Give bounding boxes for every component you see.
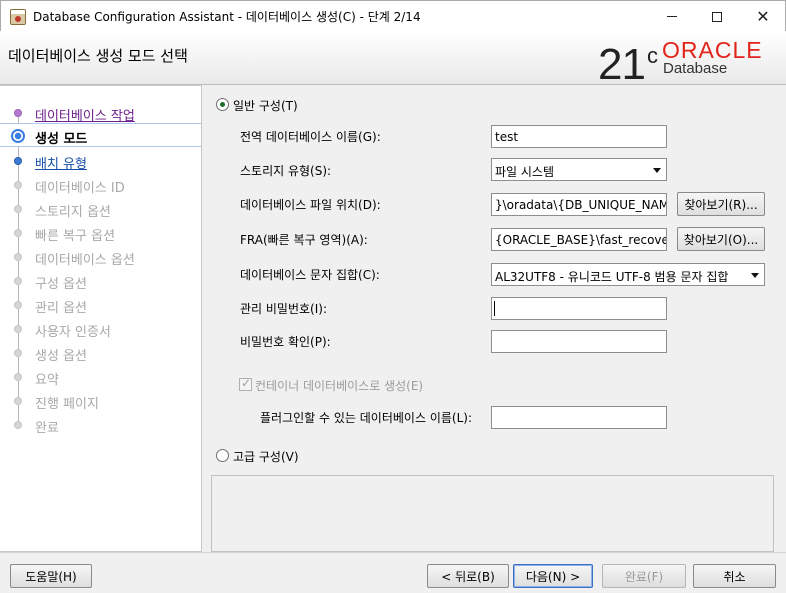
typical-config-radio[interactable]: [216, 98, 229, 111]
typical-config-label[interactable]: 일반 구성(T): [233, 97, 298, 114]
help-button[interactable]: 도움말(H): [10, 564, 92, 588]
storage-type-value: 파일 시스템: [495, 165, 555, 179]
confirm-password-input[interactable]: [491, 330, 667, 353]
nav-step-11: 생성 옵션: [0, 341, 201, 365]
nav-step-label: 관리 옵션: [35, 301, 87, 316]
page-header: 데이터베이스 생성 모드 선택 21c ORACLE Database: [0, 31, 786, 89]
description-panel: [211, 475, 774, 552]
close-button[interactable]: ✕: [740, 1, 786, 32]
page-title: 데이터베이스 생성 모드 선택: [8, 47, 188, 65]
nav-step-label: 스토리지 옵션: [35, 205, 111, 220]
confirm-password-label: 비밀번호 확인(P):: [240, 335, 331, 349]
nav-step-10: 사용자 인증서: [0, 317, 201, 341]
nav-step-label: 요약: [35, 373, 59, 388]
cancel-button[interactable]: 취소: [693, 564, 776, 588]
nav-step-label: 빠른 복구 옵션: [35, 229, 116, 244]
nav-step-9: 관리 옵션: [0, 293, 201, 317]
title-bar: Database Configuration Assistant - 데이터베이…: [0, 0, 786, 31]
step-indicator-icon: [14, 349, 22, 357]
footer-bar: 도움말(H) < 뒤로(B) 다음(N) > 완료(F) 취소: [0, 552, 786, 593]
nav-step-2: 생성 모드: [0, 123, 201, 147]
step-navigation: 데이터베이스 작업생성 모드배치 유형데이터베이스 ID 스토리지 옵션빠른 복구…: [0, 85, 202, 552]
step-indicator-icon: [14, 397, 22, 405]
step-indicator-icon: [14, 325, 22, 333]
global-db-name-input[interactable]: test: [491, 125, 667, 148]
container-db-checkbox[interactable]: [239, 376, 252, 391]
nav-step-label: 생성 옵션: [35, 349, 87, 364]
file-location-label: 데이터베이스 파일 위치(D):: [240, 198, 381, 212]
storage-type-select[interactable]: 파일 시스템: [491, 158, 667, 181]
oracle-product-name: Database: [663, 60, 728, 77]
nav-step-label: 데이터베이스 ID: [35, 181, 125, 196]
step-indicator-icon: [14, 205, 22, 213]
next-button[interactable]: 다음(N) >: [513, 564, 593, 588]
charset-label: 데이터베이스 문자 집합(C):: [240, 268, 380, 282]
text-cursor: [494, 301, 495, 316]
fra-input[interactable]: {ORACLE_BASE}\fast_recovery_: [491, 228, 667, 251]
pdb-name-label: 플러그인할 수 있는 데이터베이스 이름(L):: [260, 411, 472, 425]
nav-step-label: 구성 옵션: [35, 277, 87, 292]
nav-step-14: 완료: [0, 413, 201, 437]
main-content: 일반 구성(T) 전역 데이터베이스 이름(G): test 스토리지 유형(S…: [202, 85, 786, 552]
finish-button[interactable]: 완료(F): [602, 564, 686, 588]
fra-label: FRA(빠른 복구 영역)(A):: [240, 233, 368, 247]
app-icon: [10, 9, 26, 25]
nav-step-label: 완료: [35, 421, 59, 436]
global-db-name-label: 전역 데이터베이스 이름(G):: [240, 130, 381, 144]
nav-step-3[interactable]: 배치 유형: [0, 149, 201, 173]
nav-step-label: 사용자 인증서: [35, 325, 111, 340]
pdb-name-input[interactable]: [491, 406, 667, 429]
nav-step-label: 진행 페이지: [35, 397, 99, 412]
charset-value: AL32UTF8 - 유니코드 UTF-8 범용 문자 집합: [495, 270, 729, 284]
advanced-config-radio[interactable]: [216, 449, 229, 462]
nav-step-13: 진행 페이지: [0, 389, 201, 413]
step-indicator-icon: [14, 301, 22, 309]
nav-step-label: 생성 모드: [35, 132, 88, 147]
nav-step-label: 데이터베이스 작업: [35, 109, 135, 124]
step-indicator-icon: [14, 277, 22, 285]
charset-select[interactable]: AL32UTF8 - 유니코드 UTF-8 범용 문자 집합: [491, 263, 765, 286]
chevron-down-icon: [751, 273, 759, 278]
file-location-input[interactable]: }\oradata\{DB_UNIQUE_NAME}: [491, 193, 667, 216]
nav-step-6: 빠른 복구 옵션: [0, 221, 201, 245]
minimize-button[interactable]: [649, 1, 695, 32]
logo-version-suffix: c: [646, 43, 658, 68]
step-indicator-icon: [14, 109, 22, 117]
step-indicator-icon: [14, 181, 22, 189]
step-indicator-icon: [14, 253, 22, 261]
nav-step-8: 구성 옵션: [0, 269, 201, 293]
back-button[interactable]: < 뒤로(B): [427, 564, 509, 588]
oracle-version-logo: 21c: [598, 34, 658, 89]
nav-step-12: 요약: [0, 365, 201, 389]
step-indicator-icon: [14, 421, 22, 429]
maximize-button[interactable]: [694, 1, 740, 32]
nav-step-7: 데이터베이스 옵션: [0, 245, 201, 269]
logo-version-text: 21: [598, 40, 646, 89]
nav-step-label: 데이터베이스 옵션: [35, 253, 135, 268]
chevron-down-icon: [653, 168, 661, 173]
step-indicator-icon: [14, 157, 22, 165]
step-indicator-icon: [11, 129, 25, 143]
admin-password-input[interactable]: [491, 297, 667, 320]
storage-type-label: 스토리지 유형(S):: [240, 164, 332, 178]
step-indicator-icon: [14, 229, 22, 237]
step-indicator-icon: [14, 373, 22, 381]
browse-fra-button[interactable]: 찾아보기(O)...: [677, 227, 765, 251]
nav-step-label: 배치 유형: [35, 157, 87, 172]
minimize-icon: [667, 16, 677, 17]
admin-password-label: 관리 비밀번호(I):: [240, 302, 328, 316]
maximize-icon: [712, 11, 722, 22]
nav-step-4: 데이터베이스 ID: [0, 173, 201, 197]
browse-file-location-button[interactable]: 찾아보기(R)...: [677, 192, 765, 216]
nav-step-1[interactable]: 데이터베이스 작업: [0, 101, 201, 125]
advanced-config-label[interactable]: 고급 구성(V): [233, 448, 299, 465]
container-db-label[interactable]: 컨테이너 데이터베이스로 생성(E): [255, 377, 423, 394]
nav-step-5: 스토리지 옵션: [0, 197, 201, 221]
window-title: Database Configuration Assistant - 데이터베이…: [33, 10, 421, 24]
close-icon: ✕: [756, 7, 770, 26]
